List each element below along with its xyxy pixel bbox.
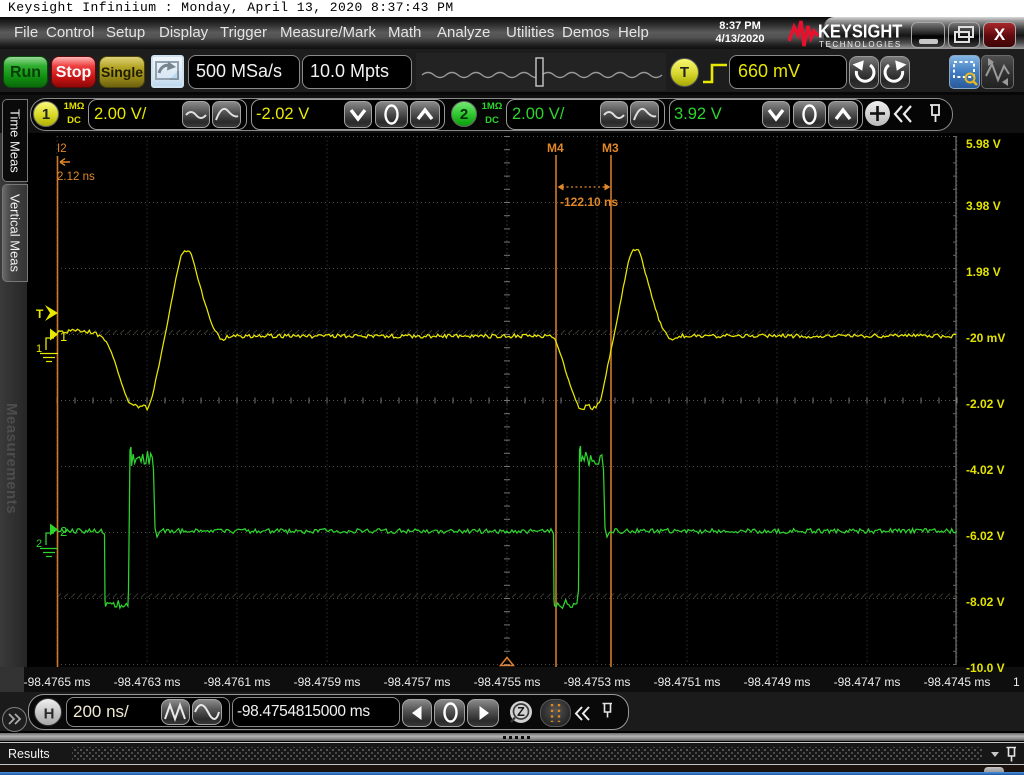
svg-text:-98.4765 ms: -98.4765 ms [24,675,91,689]
svg-text:-98.4745 ms: -98.4745 ms [924,675,991,689]
svg-text:1: 1 [1013,675,1020,689]
svg-text:-6.02 V: -6.02 V [966,529,1005,543]
svg-text:-98.4749 ms: -98.4749 ms [744,675,811,689]
svg-text:2: 2 [60,524,67,539]
svg-text:-2.02 V: -2.02 V [966,397,1005,411]
svg-text:3.98 V: 3.98 V [966,199,1001,213]
svg-text:-98.4751 ms: -98.4751 ms [654,675,721,689]
svg-text:-20 mV: -20 mV [966,331,1005,345]
svg-text:M4: M4 [547,141,564,155]
svg-text:-8.02 V: -8.02 V [966,595,1005,609]
svg-text:-4.02 V: -4.02 V [966,463,1005,477]
svg-text:1.98 V: 1.98 V [966,265,1001,279]
svg-text:-98.4753 ms: -98.4753 ms [564,675,631,689]
svg-text:-98.4747 ms: -98.4747 ms [834,675,901,689]
svg-text:Z: Z [517,705,525,719]
svg-text:-98.4759 ms: -98.4759 ms [294,675,361,689]
svg-text:-98.4761 ms: -98.4761 ms [204,675,271,689]
svg-text:-98.4755 ms: -98.4755 ms [474,675,541,689]
svg-text:-122.10 ns: -122.10 ns [560,195,618,209]
svg-text:I2: I2 [57,143,67,155]
svg-text:-98.4757 ms: -98.4757 ms [384,675,451,689]
svg-text:-10.0 V: -10.0 V [966,661,1005,675]
svg-text:2.12 ns: 2.12 ns [57,171,95,183]
svg-text:H: H [44,706,55,723]
svg-text:M3: M3 [602,141,619,155]
svg-text:1: 1 [60,329,67,344]
svg-text:T: T [36,307,44,321]
svg-text:5.98 V: 5.98 V [966,137,1001,151]
svg-text:-98.4763 ms: -98.4763 ms [114,675,181,689]
